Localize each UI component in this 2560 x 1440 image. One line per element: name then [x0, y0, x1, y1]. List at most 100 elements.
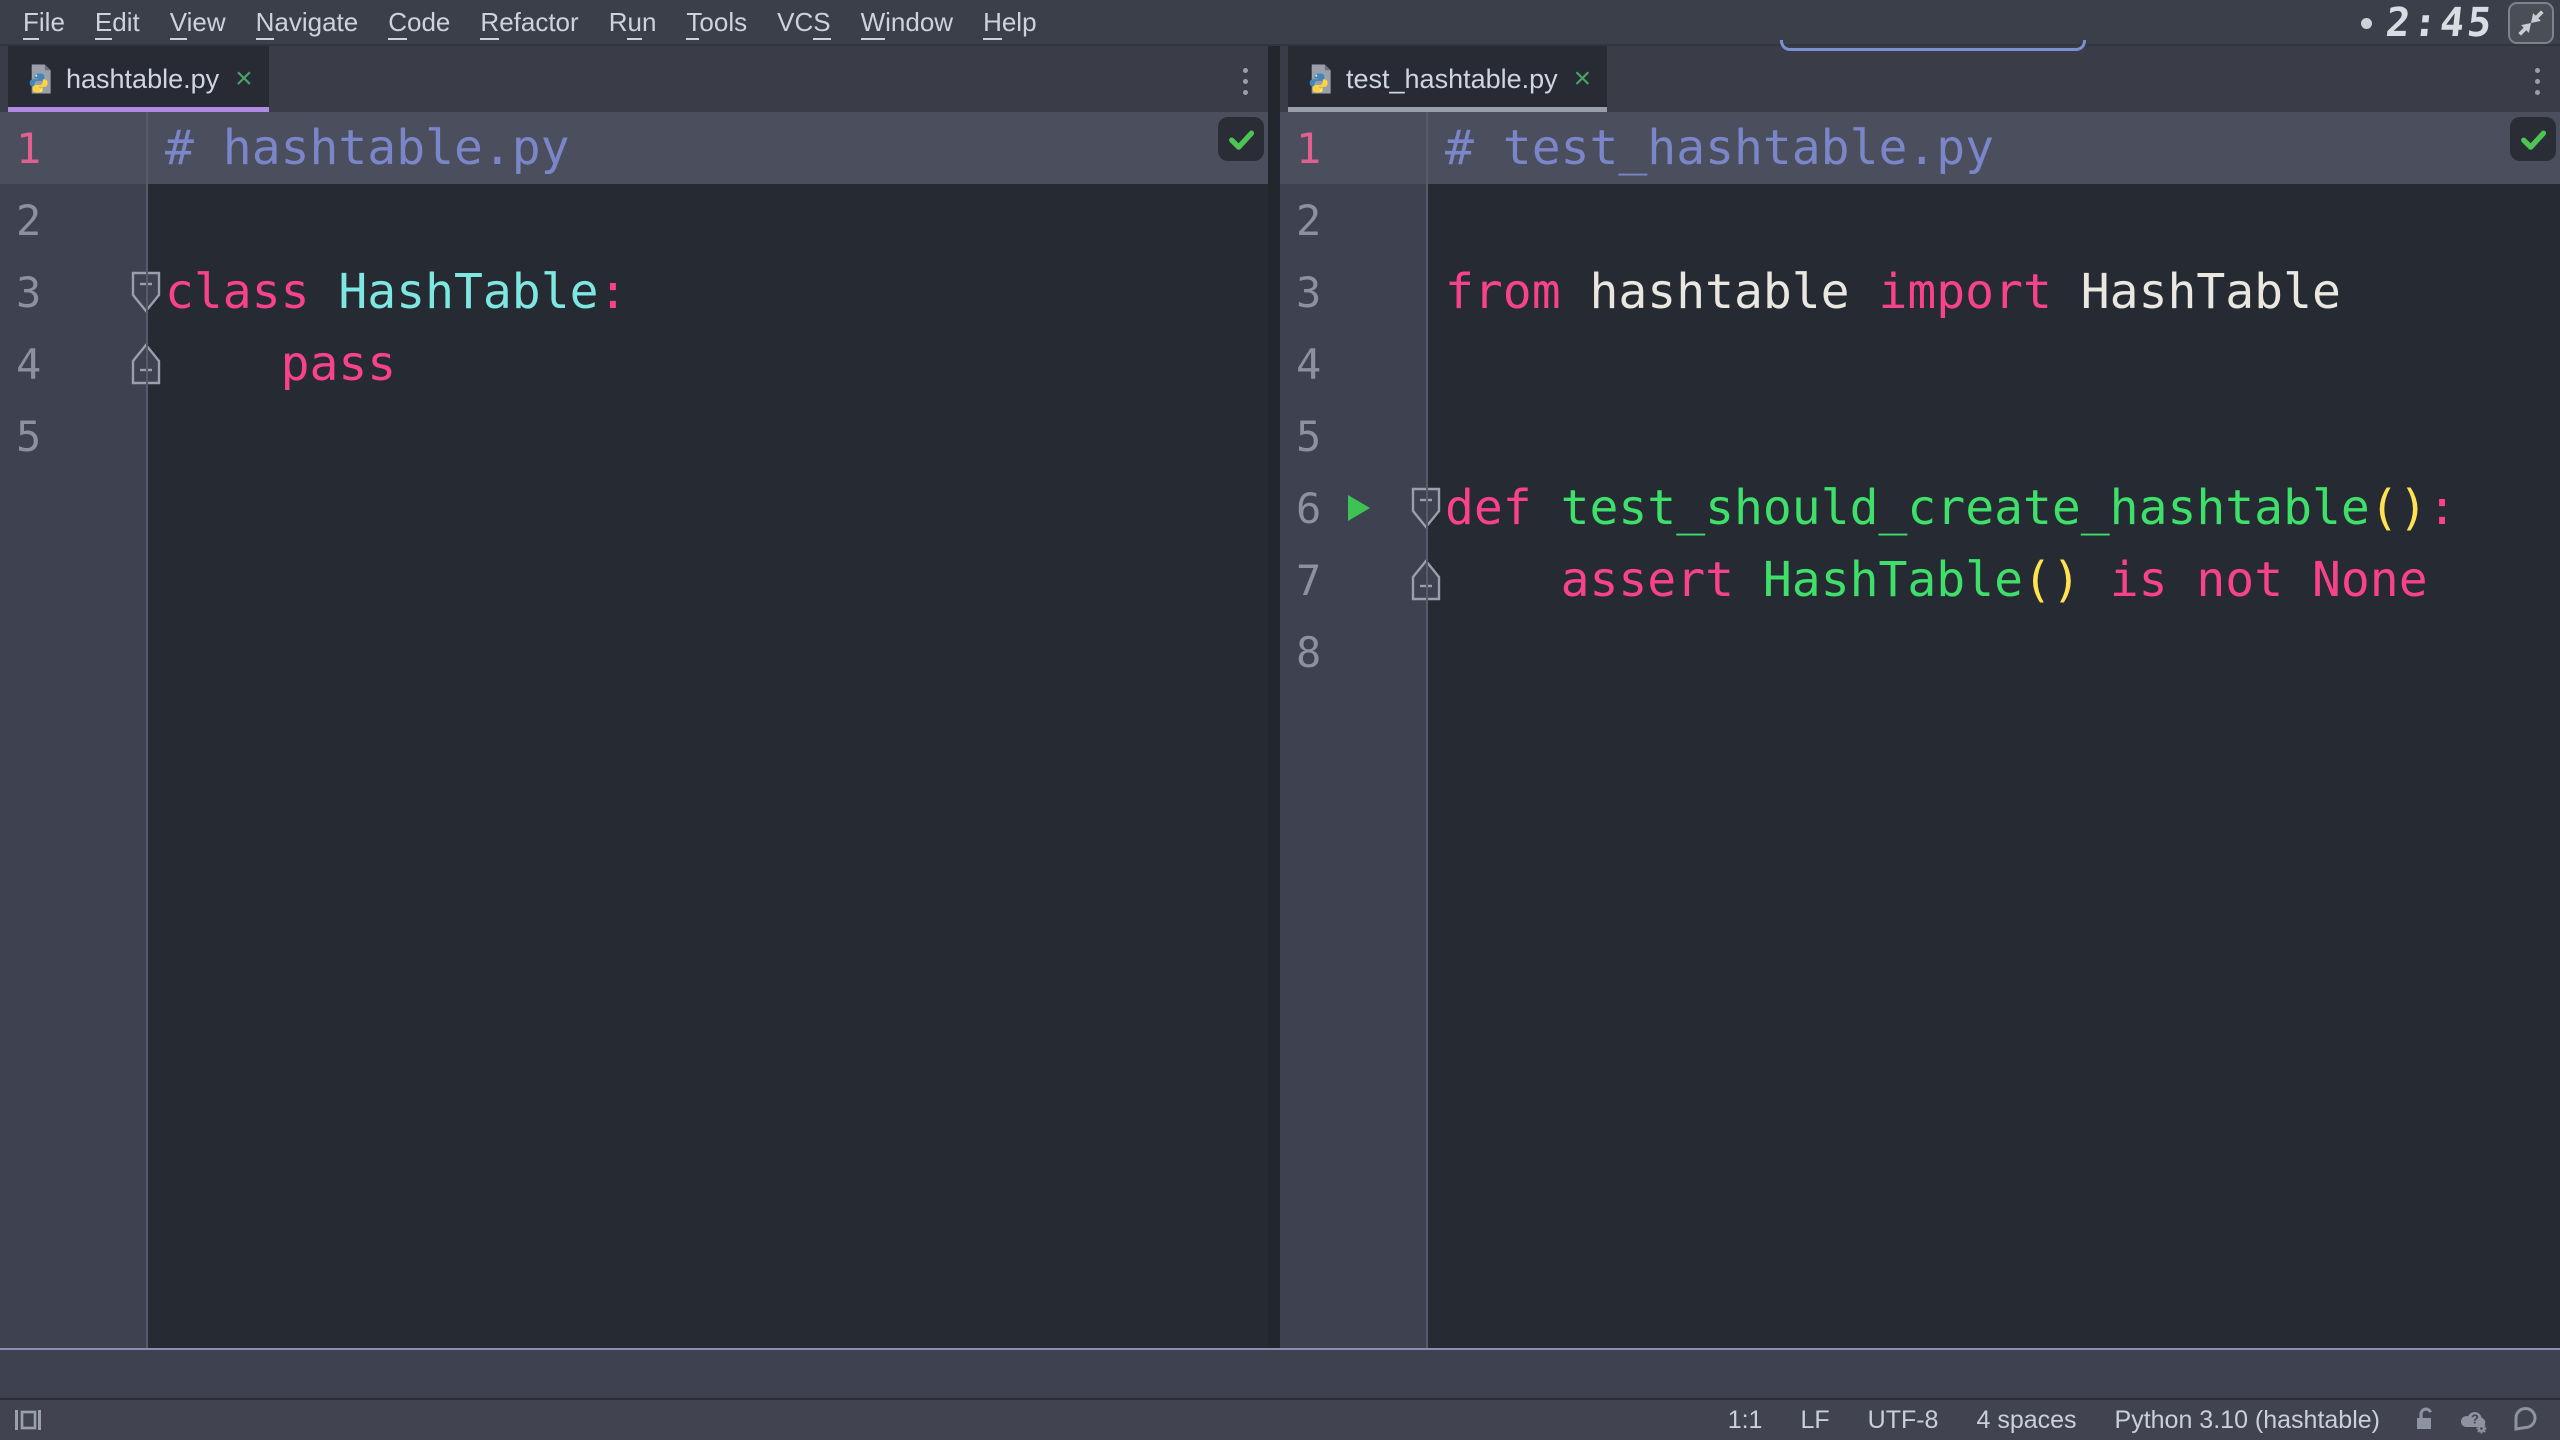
recording-dot-icon [2361, 18, 2372, 29]
menu-mnemonic: C [388, 7, 407, 40]
menu-item-view[interactable]: View [155, 7, 241, 38]
line-number[interactable]: 4 [0, 340, 147, 389]
code-lines: 1 # test_hashtable.py 2 3from hashtable imp… [1280, 112, 2560, 688]
token-classname: HashTable [338, 264, 598, 320]
line-number[interactable]: 5 [1280, 412, 1427, 461]
line-number[interactable]: 8 [1280, 628, 1427, 677]
code-line-1[interactable]: 1 # hashtable.py [0, 112, 1268, 184]
line-number[interactable]: 2 [1280, 196, 1427, 245]
inspections-ok-widget[interactable] [2510, 117, 2556, 161]
code-line-1[interactable]: 1 # test_hashtable.py [1280, 112, 2560, 184]
line-number[interactable]: 5 [0, 412, 147, 461]
menu-mnemonic: N [256, 7, 275, 40]
line-number[interactable]: 3 [0, 268, 147, 317]
code-line-4[interactable]: 4 [1280, 328, 2560, 400]
menu-item-run[interactable]: Run [594, 7, 672, 38]
toolwindow-bars-toggle[interactable] [12, 1405, 44, 1435]
interpreter-help-gear-icon[interactable]: ? [2458, 1405, 2490, 1435]
status-python-interpreter[interactable]: Python 3.10 (hashtable) [2115, 1406, 2380, 1435]
status-icons: ? [2408, 1405, 2540, 1435]
status-bar: 1:1 LF UTF-8 4 spaces Python 3.10 (hashtable… [0, 1398, 2560, 1440]
collapse-arrows-icon [2514, 6, 2548, 40]
tab-hashtable[interactable]: hashtable.py × [8, 46, 269, 112]
token-plain: hashtable [1561, 264, 1879, 320]
code-lines: 1# hashtable.py23class HashTable:4 pass5 [0, 112, 1268, 472]
menu-item-code[interactable]: Code [373, 7, 465, 38]
status-line-ending[interactable]: LF [1800, 1406, 1829, 1435]
line-number[interactable]: 1 [1280, 124, 1427, 173]
code-line-2[interactable]: 2 [0, 184, 1268, 256]
bottom-strip [0, 1348, 2560, 1398]
token-keyword: class [165, 264, 310, 320]
status-indent[interactable]: 4 spaces [1976, 1406, 2076, 1435]
checkmark-icon [1227, 125, 1255, 153]
code-line-5[interactable]: 5 [0, 400, 1268, 472]
code-line-7[interactable]: 7 assert HashTable() is not None [1280, 544, 2560, 616]
token-func: HashTable [1763, 552, 2023, 608]
menu-item-file[interactable]: File [8, 7, 80, 38]
line-number[interactable]: 4 [1280, 340, 1427, 389]
code-line-5[interactable]: 5 [1280, 400, 2560, 472]
python-file-icon [1304, 63, 1334, 95]
tab-close-icon[interactable]: × [1574, 64, 1592, 94]
code-line-2[interactable]: 2 [1280, 184, 2560, 256]
menu-item-edit[interactable]: Edit [80, 7, 155, 38]
menu-mnemonic: H [983, 7, 1002, 40]
readonly-unlock-icon[interactable] [2408, 1405, 2438, 1435]
python-file-icon [24, 63, 54, 95]
token-keyword: def [1445, 480, 1532, 536]
code-text: from hashtable import HashTable [1427, 256, 2341, 328]
code-editor-left[interactable]: 1# hashtable.py23class HashTable:4 pass5 [0, 112, 1268, 1348]
code-line-6[interactable]: 6def test_should_create_hashtable(): [1280, 472, 2560, 544]
code-line-3[interactable]: 3from hashtable import HashTable [1280, 256, 2560, 328]
code-text: assert HashTable() is not None [1427, 544, 2428, 616]
gutter-separator [1426, 112, 1428, 1348]
token-func: test_should_create_hashtable [1561, 480, 2370, 536]
token-paren: () [2023, 552, 2081, 608]
status-caret-position[interactable]: 1:1 [1728, 1406, 1763, 1435]
token-plain [2283, 552, 2312, 608]
token-plain [310, 264, 339, 320]
menu-mnemonic: u [627, 7, 641, 40]
code-text: # test_hashtable.py [1427, 112, 1994, 184]
token-comment: # hashtable.py [165, 120, 570, 176]
menu-mnemonic: F [23, 7, 39, 40]
code-line-4[interactable]: 4 pass [0, 328, 1268, 400]
menu-mnemonic: E [95, 7, 112, 40]
tab-options-kebab-icon[interactable] [1236, 61, 1254, 101]
editor-splitter[interactable] [1268, 46, 1280, 1348]
menu-item-vcs[interactable]: VCS [762, 7, 845, 38]
run-test-icon[interactable] [1346, 493, 1372, 528]
code-line-8[interactable]: 8 [1280, 616, 2560, 688]
token-plain [1734, 552, 1763, 608]
menu-item-window[interactable]: Window [846, 7, 968, 38]
menu-item-tools[interactable]: Tools [671, 7, 762, 38]
menu-mnemonic: S [813, 7, 830, 40]
line-number[interactable]: 2 [0, 196, 147, 245]
notifications-icon[interactable] [2510, 1405, 2540, 1435]
menu-item-refactor[interactable]: Refactor [465, 7, 593, 38]
tab-test-hashtable[interactable]: test_hashtable.py × [1288, 46, 1607, 112]
tab-title: hashtable.py [66, 64, 219, 95]
collapse-window-button[interactable] [2508, 2, 2554, 44]
tab-strip-right: test_hashtable.py × [1280, 46, 2560, 112]
token-comment: # test_hashtable.py [1445, 120, 1994, 176]
menu-item-help[interactable]: Help [968, 7, 1051, 38]
code-line-3[interactable]: 3class HashTable: [0, 256, 1268, 328]
menu-item-navigate[interactable]: Navigate [241, 7, 374, 38]
menu-bar-right: 2:45 [2361, 0, 2554, 46]
line-number[interactable]: 3 [1280, 268, 1427, 317]
tab-close-icon[interactable]: × [235, 64, 253, 94]
menu-mnemonic: V [170, 7, 187, 40]
toolwindow-icon [12, 1405, 44, 1435]
inspections-ok-widget[interactable] [1218, 117, 1264, 161]
token-keyword: : [2428, 480, 2457, 536]
line-number[interactable]: 1 [0, 124, 147, 173]
tab-options-kebab-icon[interactable] [2528, 61, 2546, 101]
line-number[interactable]: 7 [1280, 556, 1427, 605]
token-keyword: None [2312, 552, 2428, 608]
status-encoding[interactable]: UTF-8 [1868, 1406, 1939, 1435]
token-plain [165, 336, 281, 392]
code-editor-right[interactable]: 1 # test_hashtable.py 2 3from hashtable imp… [1280, 112, 2560, 1348]
tab-strip-left: hashtable.py × [0, 46, 1268, 112]
